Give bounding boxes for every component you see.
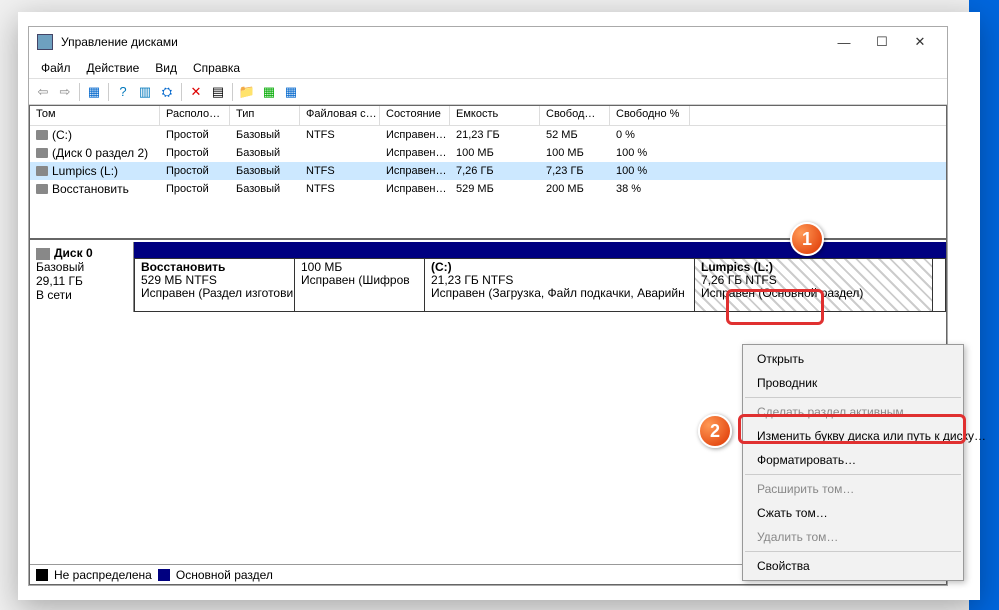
volume-cell-name: Восстановить	[30, 180, 160, 198]
delete-icon[interactable]: ✕	[186, 82, 206, 102]
callout-1: 1	[790, 222, 824, 256]
context-menu: Открыть Проводник Сделать раздел активны…	[742, 344, 964, 581]
legend-unalloc-label: Не распределена	[54, 568, 152, 582]
volume-cell-layout: Простой	[160, 162, 230, 180]
volume-icon	[36, 184, 48, 194]
col-type[interactable]: Тип	[230, 106, 300, 125]
col-freepct[interactable]: Свободно %	[610, 106, 690, 125]
ctx-explorer[interactable]: Проводник	[745, 371, 961, 395]
partition-block[interactable]: (C:)21,23 ГБ NTFSИсправен (Загрузка, Фай…	[425, 259, 695, 311]
volume-cell-status: Исправен…	[380, 126, 450, 144]
partitions: Восстановить529 МБ NTFSИсправен (Раздел …	[134, 242, 946, 312]
disk-label[interactable]: Диск 0 Базовый 29,11 ГБ В сети	[30, 242, 134, 312]
volume-cell-fs: NTFS	[300, 126, 380, 144]
volume-cell-layout: Простой	[160, 144, 230, 162]
volume-cell-layout: Простой	[160, 180, 230, 198]
volume-cell-fs: NTFS	[300, 162, 380, 180]
volume-cell-status: Исправен…	[380, 162, 450, 180]
volume-cell-type: Базовый	[230, 180, 300, 198]
titlebar: Управление дисками — ☐ ✕	[29, 27, 947, 57]
volume-list-header: Том Располо… Тип Файловая с… Состояние Е…	[30, 106, 946, 126]
volume-cell-cap: 100 МБ	[450, 144, 540, 162]
ctx-shrink[interactable]: Сжать том…	[745, 501, 961, 525]
volume-cell-type: Базовый	[230, 162, 300, 180]
menu-file[interactable]: Файл	[33, 59, 79, 77]
folder-icon[interactable]: 📁	[237, 82, 257, 102]
partition-block[interactable]: 100 МБИсправен (Шифров	[295, 259, 425, 311]
volume-cell-free: 100 МБ	[540, 144, 610, 162]
volume-cell-pct: 100 %	[610, 162, 690, 180]
ctx-extend: Расширить том…	[745, 477, 961, 501]
grid-icon[interactable]: ▦	[84, 82, 104, 102]
volume-cell-fs	[300, 144, 380, 162]
volume-cell-pct: 100 %	[610, 144, 690, 162]
volume-cell-cap: 7,26 ГБ	[450, 162, 540, 180]
nav-forward-icon[interactable]: ⇨	[55, 82, 75, 102]
legend-primary-label: Основной раздел	[176, 568, 273, 582]
settings-icon[interactable]: ⛭	[157, 82, 177, 102]
ctx-open[interactable]: Открыть	[745, 347, 961, 371]
volume-cell-type: Базовый	[230, 126, 300, 144]
partition-header-bar	[134, 242, 946, 258]
col-status[interactable]: Состояние	[380, 106, 450, 125]
list-icon[interactable]: ▦	[281, 82, 301, 102]
menu-help[interactable]: Справка	[185, 59, 248, 77]
volume-cell-fs: NTFS	[300, 180, 380, 198]
volume-row[interactable]: ВосстановитьПростойБазовыйNTFSИсправен…5…	[30, 180, 946, 198]
volume-cell-free: 52 МБ	[540, 126, 610, 144]
window-title: Управление дисками	[61, 35, 825, 49]
nav-back-icon[interactable]: ⇦	[33, 82, 53, 102]
volume-cell-status: Исправен…	[380, 144, 450, 162]
volume-cell-free: 7,23 ГБ	[540, 162, 610, 180]
toolbar: ⇦ ⇨ ▦ ? ▥ ⛭ ✕ ▤ 📁 ▦ ▦	[29, 79, 947, 105]
volume-cell-cap: 529 МБ	[450, 180, 540, 198]
col-capacity[interactable]: Емкость	[450, 106, 540, 125]
volume-icon	[36, 148, 48, 158]
volume-list: Том Располо… Тип Файловая с… Состояние Е…	[29, 105, 947, 239]
volume-row[interactable]: (Диск 0 раздел 2)ПростойБазовый Исправен……	[30, 144, 946, 162]
volume-cell-pct: 0 %	[610, 126, 690, 144]
help-icon[interactable]: ?	[113, 82, 133, 102]
properties-icon[interactable]: ▤	[208, 82, 228, 102]
col-layout[interactable]: Располо…	[160, 106, 230, 125]
refresh-icon[interactable]: ▦	[259, 82, 279, 102]
volume-cell-layout: Простой	[160, 126, 230, 144]
menu-view[interactable]: Вид	[147, 59, 185, 77]
disk-icon	[36, 248, 50, 260]
partition-block[interactable]: Lumpics (L:)7,26 ГБ NTFSИсправен (Основн…	[695, 259, 933, 311]
volume-row[interactable]: (C:)ПростойБазовыйNTFSИсправен…21,23 ГБ5…	[30, 126, 946, 144]
volume-cell-name: Lumpics (L:)	[30, 162, 160, 180]
ctx-change-letter[interactable]: Изменить букву диска или путь к диску…	[745, 424, 961, 448]
col-fs[interactable]: Файловая с…	[300, 106, 380, 125]
ctx-properties[interactable]: Свойства	[745, 554, 961, 578]
col-free[interactable]: Свобод…	[540, 106, 610, 125]
col-volume[interactable]: Том	[30, 106, 160, 125]
volume-cell-type: Базовый	[230, 144, 300, 162]
callout-2: 2	[698, 414, 732, 448]
volume-icon	[36, 166, 48, 176]
partition-block[interactable]: Восстановить529 МБ NTFSИсправен (Раздел …	[135, 259, 295, 311]
volume-cell-name: (Диск 0 раздел 2)	[30, 144, 160, 162]
app-icon	[37, 34, 53, 50]
menubar: Файл Действие Вид Справка	[29, 57, 947, 79]
legend-unalloc-swatch	[36, 569, 48, 581]
layout-icon[interactable]: ▥	[135, 82, 155, 102]
minimize-button[interactable]: —	[825, 31, 863, 53]
ctx-make-active: Сделать раздел активным	[745, 400, 961, 424]
maximize-button[interactable]: ☐	[863, 31, 901, 53]
volume-cell-name: (C:)	[30, 126, 160, 144]
menu-action[interactable]: Действие	[79, 59, 148, 77]
volume-row[interactable]: Lumpics (L:)ПростойБазовыйNTFSИсправен…7…	[30, 162, 946, 180]
volume-cell-free: 200 МБ	[540, 180, 610, 198]
volume-cell-pct: 38 %	[610, 180, 690, 198]
legend-primary-swatch	[158, 569, 170, 581]
volume-icon	[36, 130, 48, 140]
volume-cell-cap: 21,23 ГБ	[450, 126, 540, 144]
volume-cell-status: Исправен…	[380, 180, 450, 198]
ctx-delete: Удалить том…	[745, 525, 961, 549]
close-button[interactable]: ✕	[901, 31, 939, 53]
ctx-format[interactable]: Форматировать…	[745, 448, 961, 472]
